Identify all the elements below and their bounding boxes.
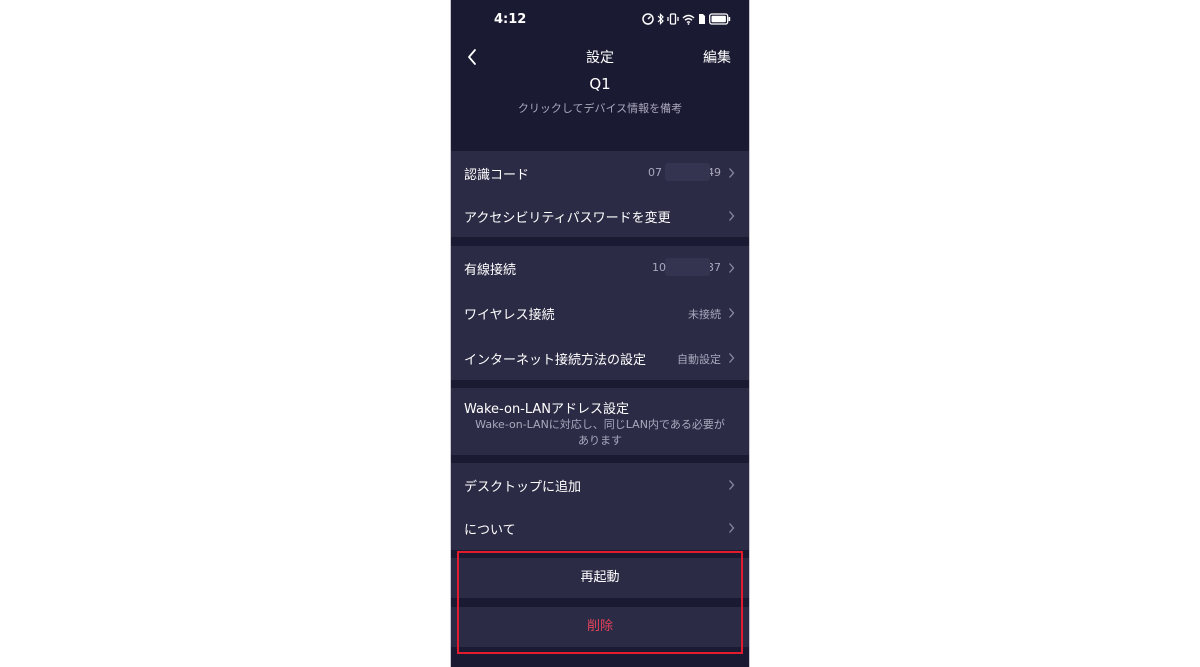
- wake-on-lan-description-line1: Wake-on-LANに対応し、同じLAN内である必要が: [475, 418, 725, 431]
- redacted-mask: [665, 163, 710, 181]
- vibrate-icon: [667, 13, 679, 25]
- wireless-connection-row[interactable]: ワイヤレス接続 未接続: [451, 291, 749, 335]
- about-label: について: [464, 523, 516, 538]
- change-password-row[interactable]: アクセシビリティパスワードを変更: [451, 194, 749, 238]
- settings-group-misc: デスクトップに追加 について: [451, 463, 749, 550]
- sim-icon: [699, 14, 705, 24]
- chevron-right-icon: [729, 353, 735, 363]
- edit-button[interactable]: 編集: [703, 47, 731, 67]
- chevron-right-icon: [729, 308, 735, 318]
- status-bar: 4:12: [451, 0, 749, 40]
- change-password-label: アクセシビリティパスワードを変更: [464, 211, 671, 226]
- identification-code-value-start: 07: [648, 166, 662, 179]
- speed-icon: [642, 13, 654, 25]
- chevron-right-icon: [729, 211, 735, 221]
- wired-connection-row[interactable]: 有線接続 37 10: [451, 246, 749, 290]
- wired-connection-label: 有線接続: [464, 263, 517, 278]
- add-to-desktop-row[interactable]: デスクトップに追加: [451, 463, 749, 507]
- device-note-link[interactable]: クリックしてデバイス情報を備考: [451, 100, 749, 116]
- identification-code-row[interactable]: 認識コード 49 07: [451, 151, 749, 195]
- settings-group-auth: 認識コード 49 07 アクセシビリティパスワードを変更: [451, 151, 749, 237]
- chevron-right-icon: [729, 523, 735, 533]
- identification-code-label: 認識コード: [464, 168, 530, 183]
- add-to-desktop-label: デスクトップに追加: [464, 480, 582, 495]
- status-time: 4:12: [494, 12, 527, 27]
- chevron-right-icon: [729, 168, 735, 178]
- redacted-mask: [665, 258, 710, 276]
- highlight-box: [457, 551, 743, 654]
- wireless-connection-value: 未接続: [688, 308, 721, 321]
- about-row[interactable]: について: [451, 506, 749, 550]
- wifi-icon: [682, 14, 695, 25]
- chevron-right-icon: [729, 480, 735, 490]
- header: 設定 編集 Q1 クリックしてデバイス情報を備考: [451, 40, 749, 140]
- chevron-right-icon: [729, 263, 735, 273]
- internet-method-value: 自動設定: [677, 353, 721, 366]
- device-name: Q1: [589, 75, 611, 93]
- wake-on-lan-row[interactable]: Wake-on-LANアドレス設定 Wake-on-LANに対応し、同じLAN内…: [451, 388, 749, 455]
- internet-method-row[interactable]: インターネット接続方法の設定 自動設定: [451, 336, 749, 380]
- wake-on-lan-description-line2: あります: [578, 434, 622, 447]
- status-icons: [642, 12, 731, 26]
- wake-on-lan-title: Wake-on-LANアドレス設定: [464, 402, 630, 417]
- battery-icon: [709, 13, 731, 25]
- wake-on-lan-description: Wake-on-LANに対応し、同じLAN内である必要が あります: [451, 417, 749, 449]
- internet-method-label: インターネット接続方法の設定: [464, 353, 647, 368]
- wired-connection-value-start: 10: [652, 261, 666, 274]
- settings-group-network: 有線接続 37 10 ワイヤレス接続 未接続 インターネット接続方法の設定 自動…: [451, 246, 749, 380]
- wireless-connection-label: ワイヤレス接続: [464, 308, 555, 323]
- bluetooth-icon: [657, 13, 664, 25]
